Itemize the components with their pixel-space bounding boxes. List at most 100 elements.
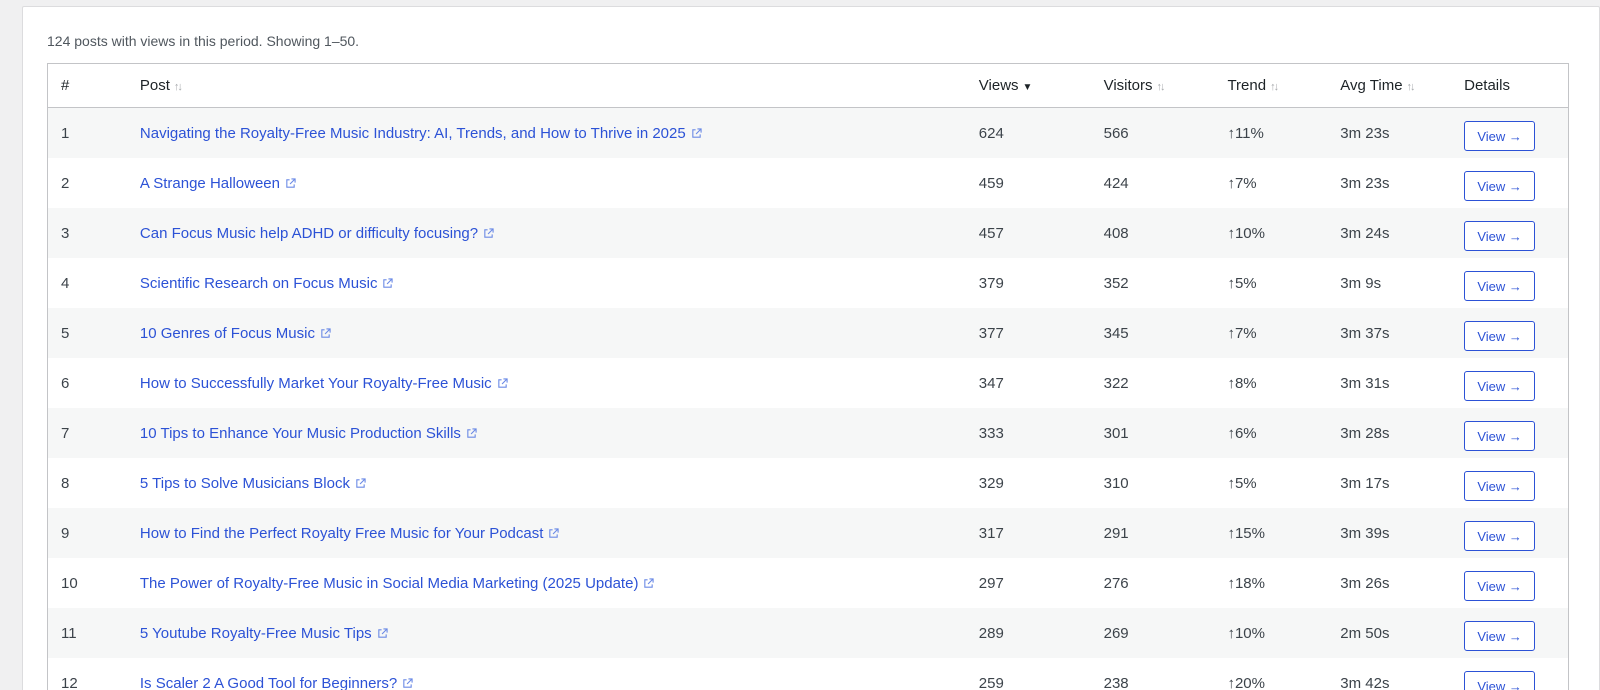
views-value: 297 [978,574,1004,592]
table-row: 12 Is Scaler 2 A Good Tool for Beginners?… [48,658,1568,690]
views-value: 333 [978,424,1004,442]
table-row: 1 Navigating the Royalty-Free Music Indus… [48,108,1568,158]
visitors-value: 345 [1103,324,1129,342]
trend-value: ↑15% [1227,524,1265,542]
view-details-button[interactable]: View → [1464,221,1536,251]
sort-icon: ↑↓ [1156,81,1166,93]
header-views-label: Views [978,77,1019,94]
external-link-icon[interactable] [483,227,494,239]
visitors-value: 310 [1103,474,1129,492]
avg-time-value: 3m 42s [1340,674,1390,690]
visitors-value: 322 [1103,374,1129,392]
view-details-button[interactable]: View → [1464,171,1536,201]
sort-icon: ↑↓ [1270,81,1279,93]
post-cell: 10 Genres of Focus Music [140,325,979,342]
post-cell: Can Focus Music help ADHD or difficulty … [140,225,979,242]
row-number: 1 [61,124,70,142]
external-link-icon[interactable] [466,427,477,439]
external-link-icon[interactable] [382,277,394,289]
post-cell: How to Successfully Market Your Royalty-… [140,375,979,392]
row-number: 2 [61,174,70,192]
visitors-value: 269 [1103,624,1129,642]
external-link-icon[interactable] [497,377,508,389]
view-details-button[interactable]: View → [1464,371,1536,401]
visitors-value: 301 [1103,424,1129,442]
view-details-button[interactable]: View → [1464,621,1536,651]
row-number: 6 [61,374,70,392]
post-title-link[interactable]: How to Successfully Market Your Royalty-… [140,375,492,392]
post-title-link[interactable]: A Strange Halloween [140,175,280,192]
post-title-link[interactable]: 5 Youtube Royalty-Free Music Tips [140,625,372,642]
post-title-link[interactable]: Scientific Research on Focus Music [140,275,378,292]
avg-time-value: 3m 23s [1340,174,1390,192]
posts-table: # Post ↑↓ Views ▼ Visitors ↑↓ Trend ↑↓ Avg T… [47,63,1569,690]
table-row: 2 A Strange Halloween 459 424 ↑7% 3m 23s View … [48,158,1568,208]
view-details-button[interactable]: View → [1464,571,1536,601]
details-cell: View → [1464,615,1568,651]
post-title-link[interactable]: 10 Tips to Enhance Your Music Production… [140,425,461,442]
external-link-icon[interactable] [320,327,331,339]
header-avg-time[interactable]: Avg Time ↑↓ [1340,77,1464,94]
view-details-button[interactable]: View → [1464,671,1536,690]
details-cell: View → [1464,215,1568,251]
trend-value: ↑7% [1227,324,1257,342]
view-details-button[interactable]: View → [1464,121,1536,151]
post-title-link[interactable]: How to Find the Perfect Royalty Free Mus… [140,525,544,542]
header-post-label: Post [139,77,170,94]
row-number: 11 [61,624,77,642]
visitors-value: 352 [1103,274,1129,292]
post-cell: Navigating the Royalty-Free Music Indust… [140,125,979,142]
header-post[interactable]: Post ↑↓ [140,77,979,94]
details-cell: View → [1464,415,1568,451]
external-link-icon[interactable] [285,177,296,189]
post-title-link[interactable]: 5 Tips to Solve Musicians Block [140,475,350,492]
table-row: 7 10 Tips to Enhance Your Music Productio… [48,408,1568,458]
avg-time-value: 3m 26s [1340,574,1390,592]
post-title-link[interactable]: 10 Genres of Focus Music [140,325,315,342]
header-views[interactable]: Views ▼ [979,77,1104,94]
external-link-icon[interactable] [548,527,560,539]
table-row: 3 Can Focus Music help ADHD or difficulty… [48,208,1568,258]
table-row: 6 How to Successfully Market Your Royalty… [48,358,1568,408]
header-trend[interactable]: Trend ↑↓ [1227,77,1340,94]
external-link-icon[interactable] [355,477,366,489]
trend-value: ↑11% [1227,124,1264,142]
table-header: # Post ↑↓ Views ▼ Visitors ↑↓ Trend ↑↓ Avg T… [48,64,1568,108]
view-details-button[interactable]: View → [1464,471,1536,501]
row-number: 10 [61,574,78,592]
avg-time-value: 3m 23s [1340,124,1390,142]
post-cell: A Strange Halloween [140,175,979,192]
post-cell: 10 Tips to Enhance Your Music Production… [140,425,979,442]
table-row: 9 How to Find the Perfect Royalty Free Mu… [48,508,1568,558]
post-cell: Is Scaler 2 A Good Tool for Beginners? [140,675,979,690]
table-row: 8 5 Tips to Solve Musicians Block 329 310 ↑5… [48,458,1568,508]
details-cell: View → [1464,265,1568,301]
external-link-icon[interactable] [643,577,655,589]
post-title-link[interactable]: Is Scaler 2 A Good Tool for Beginners? [140,675,397,690]
external-link-icon[interactable] [377,627,388,639]
avg-time-value: 3m 17s [1340,474,1390,492]
views-value: 457 [978,224,1004,242]
post-title-link[interactable]: Navigating the Royalty-Free Music Indust… [140,125,686,142]
view-details-button[interactable]: View → [1464,271,1536,301]
view-details-button[interactable]: View → [1464,521,1536,551]
details-cell: View → [1464,365,1568,401]
table-row: 4 Scientific Research on Focus Music 379 35… [48,258,1568,308]
table-row: 11 5 Youtube Royalty-Free Music Tips 289 26… [48,608,1568,658]
table-body: 1 Navigating the Royalty-Free Music Indus… [48,108,1568,690]
header-trend-label: Trend [1227,77,1267,94]
view-details-button[interactable]: View → [1464,421,1536,451]
trend-value: ↑18% [1227,574,1265,592]
row-number: 9 [61,524,70,542]
external-link-icon[interactable] [691,127,702,139]
view-details-button[interactable]: View → [1464,321,1536,351]
trend-value: ↑5% [1227,274,1257,292]
post-title-link[interactable]: Can Focus Music help ADHD or difficulty … [140,225,478,242]
avg-time-value: 2m 50s [1340,624,1390,642]
post-title-link[interactable]: The Power of Royalty-Free Music in Socia… [140,575,639,592]
header-visitors[interactable]: Visitors ↑↓ [1104,77,1228,94]
table-row: 5 10 Genres of Focus Music 377 345 ↑7% 3m 37s… [48,308,1568,358]
avg-time-value: 3m 24s [1340,224,1390,242]
external-link-icon[interactable] [402,677,413,689]
header-details: Details [1464,77,1510,94]
